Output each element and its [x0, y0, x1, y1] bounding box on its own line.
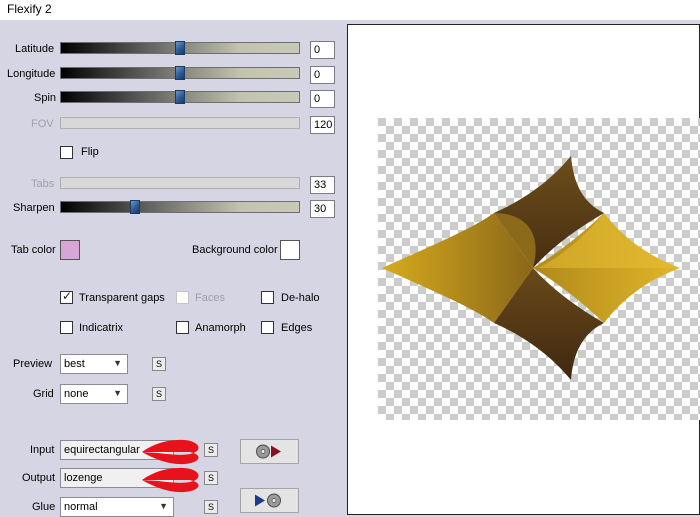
sharpen-value[interactable]: 30: [310, 200, 335, 218]
latitude-value[interactable]: 0: [310, 41, 335, 59]
glue-select[interactable]: normal ▼: [60, 497, 174, 517]
glue-select-value: normal: [64, 501, 98, 513]
transparent-gaps-checkbox[interactable]: ✓: [60, 289, 73, 304]
sharpen-label: Sharpen: [13, 202, 55, 214]
annotation-arrows: [142, 439, 199, 493]
tab-color-label: Tab color: [11, 244, 56, 256]
grid-s-button[interactable]: S: [152, 387, 166, 401]
chevron-down-icon: ▼: [159, 501, 168, 511]
background-color-swatch[interactable]: [280, 240, 300, 260]
play-disc-icon: [255, 493, 281, 508]
grid-select-value: none: [64, 388, 89, 400]
output-label: Output: [22, 472, 56, 484]
glue-s-button[interactable]: S: [204, 500, 218, 514]
disc-play-icon: [256, 444, 281, 459]
de-halo-label: De-halo: [281, 292, 320, 304]
transparent-gaps-label: Transparent gaps: [79, 292, 165, 304]
longitude-slider[interactable]: [60, 66, 300, 80]
fov-value: 120: [310, 116, 335, 134]
preview-label: Preview: [13, 358, 53, 370]
spin-label: Spin: [34, 92, 57, 104]
tab-color-swatch[interactable]: [60, 240, 80, 260]
tabs-label: Tabs: [31, 178, 55, 190]
annotation-arrow-input: [142, 439, 199, 465]
sharpen-slider[interactable]: [60, 200, 300, 214]
anamorph-label: Anamorph: [195, 322, 246, 334]
de-halo-checkbox[interactable]: [261, 291, 274, 304]
grid-label: Grid: [33, 388, 54, 400]
fov-slider: [60, 117, 300, 129]
input-label: Input: [30, 444, 55, 456]
edges-checkbox[interactable]: [261, 321, 274, 334]
longitude-label: Longitude: [7, 68, 56, 80]
edges-label: Edges: [281, 322, 313, 334]
faces-label: Faces: [195, 292, 225, 304]
glue-label: Glue: [32, 501, 56, 513]
window-title: Flexify 2: [7, 2, 52, 16]
title-bar: [0, 0, 700, 20]
chevron-down-icon: ▼: [113, 388, 122, 398]
latitude-slider-thumb[interactable]: [175, 41, 185, 55]
preview-s-button[interactable]: S: [152, 357, 166, 371]
chevron-down-icon: ▼: [113, 358, 122, 368]
sharpen-slider-thumb[interactable]: [129, 200, 140, 214]
spin-slider[interactable]: [60, 90, 300, 104]
output-select-value: lozenge: [64, 472, 103, 484]
preview-image: [378, 118, 700, 420]
flip-checkbox[interactable]: [60, 146, 73, 159]
longitude-value[interactable]: 0: [310, 66, 335, 84]
faces-checkbox: [176, 291, 189, 304]
tabs-slider: [60, 177, 300, 189]
background-color-label: Background color: [192, 244, 278, 256]
preview-select[interactable]: best ▼: [60, 354, 128, 374]
annotation-arrow-output: [142, 467, 199, 493]
tabs-value: 33: [310, 176, 335, 194]
fov-label: FOV: [31, 118, 54, 130]
longitude-slider-thumb[interactable]: [175, 66, 185, 80]
input-select-value: equirectangular: [64, 444, 140, 456]
preview-select-value: best: [64, 358, 85, 370]
input-convert-button[interactable]: [240, 439, 299, 464]
latitude-slider[interactable]: [60, 41, 300, 55]
checkmark-icon: ✓: [62, 289, 73, 303]
indicatrix-label: Indicatrix: [79, 322, 124, 334]
grid-select[interactable]: none ▼: [60, 384, 128, 404]
spin-slider-thumb[interactable]: [175, 90, 185, 104]
indicatrix-checkbox[interactable]: [60, 321, 73, 334]
flip-label: Flip: [81, 146, 99, 158]
output-convert-button[interactable]: [240, 488, 299, 513]
anamorph-checkbox[interactable]: [176, 321, 189, 334]
spin-value[interactable]: 0: [310, 90, 335, 108]
latitude-label: Latitude: [15, 43, 55, 55]
